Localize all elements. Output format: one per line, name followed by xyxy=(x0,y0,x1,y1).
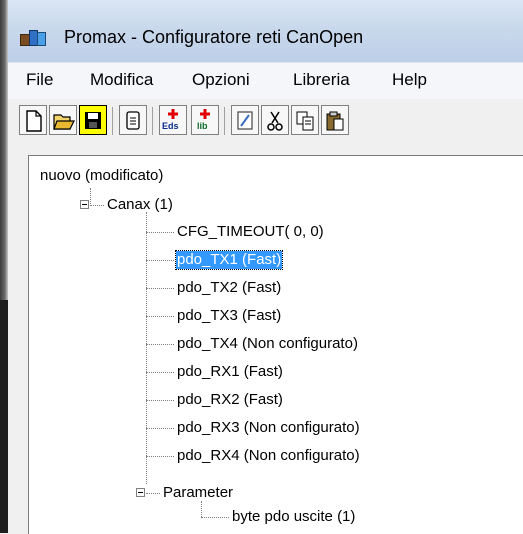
tree-connector xyxy=(146,212,147,484)
tree-connector xyxy=(146,316,174,317)
tree-root-node[interactable]: nuovo (modificato) xyxy=(40,167,163,185)
toolbar-separator xyxy=(224,107,225,135)
open-file-button[interactable] xyxy=(49,105,77,135)
menu-bar: File Modifica Opzioni Libreria Help xyxy=(8,62,523,100)
toolbar-separator xyxy=(152,107,153,135)
network-tree-panel[interactable]: nuovo (modificato) Canax (1) CFG_TIMEOUT… xyxy=(28,155,523,534)
tree-node-pdo-rx2[interactable]: pdo_RX2 (Fast) xyxy=(177,391,283,409)
toolbar: Eds lib xyxy=(8,99,523,143)
lib-label: lib xyxy=(197,121,208,131)
tree-connector xyxy=(201,517,229,518)
network-app-icon xyxy=(20,28,46,46)
tree-node-pdo-tx1-selected[interactable]: pdo_TX1 (Fast) xyxy=(174,250,284,270)
edit-button[interactable] xyxy=(231,105,259,135)
tree-connector xyxy=(146,400,174,401)
add-eds-icon xyxy=(168,109,178,119)
edit-icon xyxy=(237,111,253,130)
open-folder-icon xyxy=(53,114,75,130)
tree-connector xyxy=(90,188,91,204)
tree-connector xyxy=(146,344,174,345)
tree-connector xyxy=(146,456,174,457)
tree-device-node[interactable]: Canax (1) xyxy=(107,196,173,214)
title-bar[interactable]: Promax - Configuratore reti CanOpen xyxy=(8,0,523,62)
menu-modifica[interactable]: Modifica xyxy=(90,70,153,90)
save-button[interactable] xyxy=(79,105,107,135)
paste-button[interactable] xyxy=(321,105,349,135)
tree-connector xyxy=(201,501,202,517)
tree-connector xyxy=(146,232,174,233)
tree-node-byte-pdo-uscite[interactable]: byte pdo uscite (1) xyxy=(232,508,355,526)
menu-help[interactable]: Help xyxy=(392,70,427,90)
paste-icon xyxy=(326,111,344,131)
collapse-canax-icon[interactable] xyxy=(80,200,89,209)
tree-connector xyxy=(146,493,160,494)
cut-button[interactable] xyxy=(261,105,289,135)
tree-node-pdo-rx3[interactable]: pdo_RX3 (Non configurato) xyxy=(177,419,360,437)
menu-file[interactable]: File xyxy=(26,70,53,90)
menu-opzioni[interactable]: Opzioni xyxy=(192,70,250,90)
tree-connector xyxy=(146,428,174,429)
eds-label: Eds xyxy=(162,121,179,131)
new-file-icon xyxy=(26,110,42,132)
tree-node-parameter[interactable]: Parameter xyxy=(163,484,233,502)
add-lib-icon xyxy=(200,109,210,119)
toolbar-separator xyxy=(112,107,113,135)
tree-connector xyxy=(90,205,104,206)
tree-connector xyxy=(146,372,174,373)
tree-node-pdo-tx2[interactable]: pdo_TX2 (Fast) xyxy=(177,279,281,297)
copy-icon xyxy=(296,111,314,131)
properties-icon xyxy=(126,111,140,130)
tree-node-pdo-rx4[interactable]: pdo_RX4 (Non configurato) xyxy=(177,447,360,465)
cut-icon xyxy=(267,111,283,131)
add-eds-button[interactable]: Eds xyxy=(159,105,187,135)
tree-connector xyxy=(146,288,174,289)
collapse-parameter-icon[interactable] xyxy=(136,488,145,497)
save-icon xyxy=(85,112,101,129)
properties-button[interactable] xyxy=(119,105,147,135)
tree-node-cfg-timeout[interactable]: CFG_TIMEOUT( 0, 0) xyxy=(177,223,324,241)
tree-node-pdo-rx1[interactable]: pdo_RX1 (Fast) xyxy=(177,363,283,381)
window-title: Promax - Configuratore reti CanOpen xyxy=(64,27,364,47)
copy-button[interactable] xyxy=(291,105,319,135)
window-left-edge-shadow xyxy=(0,300,8,533)
add-lib-button[interactable]: lib xyxy=(191,105,219,135)
new-file-button[interactable] xyxy=(19,105,47,135)
tree-node-pdo-tx4[interactable]: pdo_TX4 (Non configurato) xyxy=(177,335,358,353)
menu-libreria[interactable]: Libreria xyxy=(293,70,350,90)
tree-connector xyxy=(146,260,174,261)
tree-node-pdo-tx3[interactable]: pdo_TX3 (Fast) xyxy=(177,307,281,325)
